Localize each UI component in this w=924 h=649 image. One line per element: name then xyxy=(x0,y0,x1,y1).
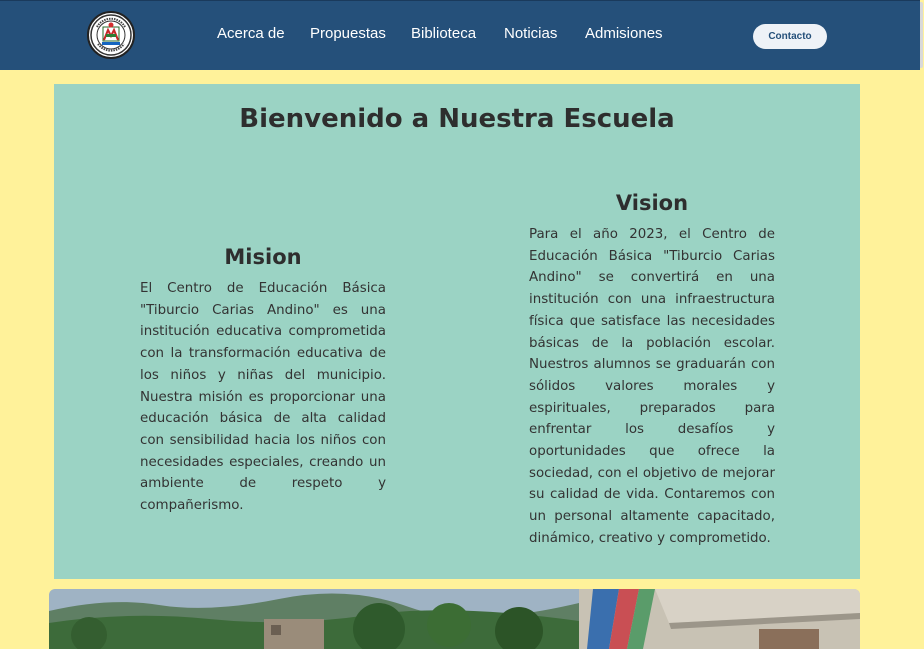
page-title: Bienvenido a Nuestra Escuela xyxy=(239,104,675,134)
welcome-section: Bienvenido a Nuestra Escuela Mision El C… xyxy=(54,84,860,579)
vision-title: Vision xyxy=(615,191,689,215)
contact-button[interactable]: Contacto xyxy=(753,24,827,49)
mission-title: Mision xyxy=(224,245,302,269)
landscape-photo xyxy=(49,589,579,649)
nav-link-propuestas[interactable]: Propuestas xyxy=(310,25,386,42)
nav-link-admisiones[interactable]: Admisiones xyxy=(585,25,663,42)
site-header: Acerca de Propuestas Biblioteca Noticias… xyxy=(0,0,920,70)
mission-text: El Centro de Educación Básica "Tiburcio … xyxy=(140,281,386,514)
classroom-photo xyxy=(579,589,860,649)
school-crest-icon xyxy=(90,14,132,56)
vision-text: Para el año 2023, el Centro de Educación… xyxy=(529,227,775,546)
nav-link-noticias[interactable]: Noticias xyxy=(504,25,557,42)
nav-link-acerca[interactable]: Acerca de xyxy=(217,25,285,42)
page-scrollbar[interactable] xyxy=(918,0,924,636)
nav-link-biblioteca[interactable]: Biblioteca xyxy=(411,25,476,42)
school-logo[interactable] xyxy=(87,11,135,59)
photo-gallery xyxy=(49,589,860,649)
